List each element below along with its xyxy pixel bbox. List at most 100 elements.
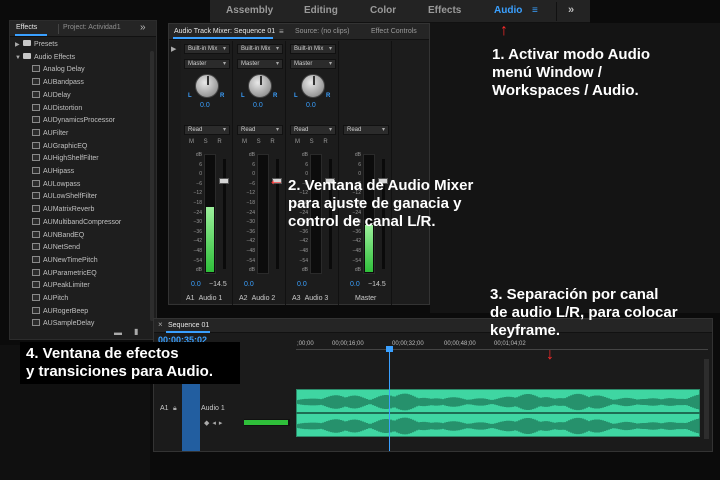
tree-effect-item[interactable]: AUNetSend xyxy=(32,243,80,253)
audio-effect-icon xyxy=(32,128,40,136)
tree-effect-item[interactable]: AULowShelfFilter xyxy=(32,192,97,202)
chevron-right-icon[interactable]: ▶ xyxy=(15,40,23,50)
input-select[interactable]: Built-in Mix ▾ xyxy=(290,44,336,54)
automation-mode-label: Read xyxy=(188,127,203,133)
tree-effect-item[interactable]: AUHipass xyxy=(32,167,74,177)
expand-arrow-icon[interactable]: ▶ xyxy=(171,45,176,53)
time-ruler[interactable] xyxy=(296,349,708,350)
mixer-expand-rail[interactable]: ▶ xyxy=(169,41,181,303)
input-select[interactable]: Built-in Mix ▾ xyxy=(184,44,230,54)
knob-indicator xyxy=(313,76,315,85)
tree-effect-item[interactable]: AUPeakLimiter xyxy=(32,281,90,291)
close-icon[interactable]: × xyxy=(158,320,163,329)
tab-effects[interactable]: Effects xyxy=(16,24,37,31)
tree-effect-item[interactable]: AUMatrixReverb xyxy=(32,205,94,215)
pan-left-label: L xyxy=(188,93,192,99)
pan-value[interactable]: 0.0 xyxy=(253,102,263,109)
tree-effect-item[interactable]: AUFilter xyxy=(32,128,68,139)
chevron-down-icon: ▾ xyxy=(222,46,226,52)
timeline-scrollbar[interactable] xyxy=(704,359,709,439)
input-select[interactable]: Built-in Mix ▾ xyxy=(237,44,283,54)
workspace-bar: Assembly Editing Color Effects Audio ≡ » xyxy=(210,0,590,23)
tree-effect-item[interactable]: AUNewTimePitch xyxy=(32,255,98,266)
volume-value[interactable]: 0.0 xyxy=(244,281,254,288)
arrow-up-icon: ↑ xyxy=(500,22,508,39)
new-bin-icon[interactable]: ▬ xyxy=(114,328,122,337)
workspace-menu-icon[interactable]: ≡ xyxy=(532,5,538,16)
tree-effect-item[interactable]: AUPitch xyxy=(32,294,68,304)
track-id: A1 xyxy=(186,295,195,302)
tree-effect-item[interactable]: AULowpass xyxy=(32,179,81,190)
output-select[interactable]: Master ▾ xyxy=(237,59,283,69)
mute-solo-record-buttons[interactable]: M S R xyxy=(295,139,332,145)
playhead-handle[interactable] xyxy=(386,346,393,352)
audio-effect-icon xyxy=(32,65,40,73)
workspace-tab-assembly[interactable]: Assembly xyxy=(226,5,273,16)
tree-item-label: Audio Effects xyxy=(34,53,76,61)
automation-mode-select[interactable]: Read ▾ xyxy=(290,125,336,135)
tree-effect-item[interactable]: AUParametricEQ xyxy=(32,268,97,279)
tree-effect-item[interactable]: AUDynamicsProcessor xyxy=(32,116,115,126)
panel-more-icon[interactable]: » xyxy=(140,22,146,33)
tree-item-label: AUNewTimePitch xyxy=(43,256,98,264)
tab-project[interactable]: Project: Actividad1 xyxy=(63,24,121,31)
mute-solo-record-buttons[interactable]: M S R xyxy=(242,139,279,145)
tab-effect-controls[interactable]: Effect Controls xyxy=(371,28,417,35)
automation-mode-select[interactable]: Read ▾ xyxy=(184,125,230,135)
fader-handle[interactable] xyxy=(219,178,229,184)
chevron-down-icon[interactable]: ▼ xyxy=(15,53,23,63)
pan-value[interactable]: 0.0 xyxy=(200,102,210,109)
automation-mode-select[interactable]: Read ▾ xyxy=(343,125,389,135)
tree-effect-item[interactable]: AUDistortion xyxy=(32,103,82,114)
tree-effect-item[interactable]: AUNBandEQ xyxy=(32,230,84,241)
tab-audio-track-mixer[interactable]: Audio Track Mixer: Sequence 01 xyxy=(174,28,275,35)
workspace-tab-color[interactable]: Color xyxy=(370,5,396,16)
track-keyframe-controls[interactable]: ◆◂▸ xyxy=(204,419,225,427)
mute-solo-record-buttons[interactable]: M S R xyxy=(189,139,226,145)
trash-icon[interactable]: ▮ xyxy=(134,327,138,336)
tree-effect-item[interactable]: AUMultibandCompressor xyxy=(32,217,121,228)
volume-value[interactable]: 0.0 xyxy=(191,281,201,288)
playhead[interactable] xyxy=(389,347,390,451)
workspace-tab-audio[interactable]: Audio xyxy=(494,5,522,16)
knob-indicator xyxy=(207,76,209,85)
tree-effect-item[interactable]: AUBandpass xyxy=(32,78,84,88)
tree-effect-item[interactable]: AUSampleDelay xyxy=(32,319,94,329)
tree-effect-item[interactable]: AUDelay xyxy=(32,90,71,101)
tree-folder[interactable]: ▼ Audio Effects xyxy=(15,52,76,63)
output-select[interactable]: Master ▾ xyxy=(290,59,336,69)
tab-menu-icon[interactable]: ≡ xyxy=(279,27,284,36)
pan-knob[interactable] xyxy=(195,74,219,98)
automation-mode-select[interactable]: Read ▾ xyxy=(237,125,283,135)
effects-scrollbar[interactable] xyxy=(150,51,154,321)
workspace-more-icon[interactable]: » xyxy=(568,4,574,16)
workspace-tab-editing[interactable]: Editing xyxy=(304,5,338,16)
tree-item-label: AURogerBeep xyxy=(43,307,89,315)
tab-sequence[interactable]: Sequence 01 xyxy=(168,322,209,329)
lock-icon[interactable]: 🔒︎ xyxy=(173,405,177,413)
tab-source[interactable]: Source: (no clips) xyxy=(295,28,349,35)
channel-footer: A2 Audio 2 xyxy=(239,295,275,302)
volume-value[interactable]: 0.0 xyxy=(350,281,360,288)
tree-effect-item[interactable]: AUHighShelfFilter xyxy=(32,154,99,164)
folder-icon xyxy=(23,40,31,46)
track-id: A3 xyxy=(292,295,301,302)
pan-knob[interactable] xyxy=(248,74,272,98)
audio-effect-icon xyxy=(32,192,40,200)
tree-effect-item[interactable]: AUGraphicEQ xyxy=(32,141,88,152)
tree-effect-item[interactable]: AURogerBeep xyxy=(32,306,89,317)
tree-item-label: AUGraphicEQ xyxy=(43,142,88,150)
tree-effect-item[interactable]: Analog Delay xyxy=(32,65,85,75)
workspace-tab-effects[interactable]: Effects xyxy=(428,5,461,16)
channel-footer: Master xyxy=(345,295,376,302)
output-label: Master xyxy=(188,61,207,67)
output-select[interactable]: Master ▾ xyxy=(184,59,230,69)
pan-value[interactable]: 0.0 xyxy=(306,102,316,109)
pan-knob[interactable] xyxy=(301,74,325,98)
automation-mode-label: Read xyxy=(241,127,256,133)
volume-value[interactable]: 0.0 xyxy=(297,281,307,288)
tree-item-label: AULowpass xyxy=(43,180,81,188)
tree-folder[interactable]: ▶ Presets xyxy=(15,40,58,50)
fader-track[interactable] xyxy=(223,159,226,269)
track-source-a1[interactable]: A1 xyxy=(160,405,169,412)
